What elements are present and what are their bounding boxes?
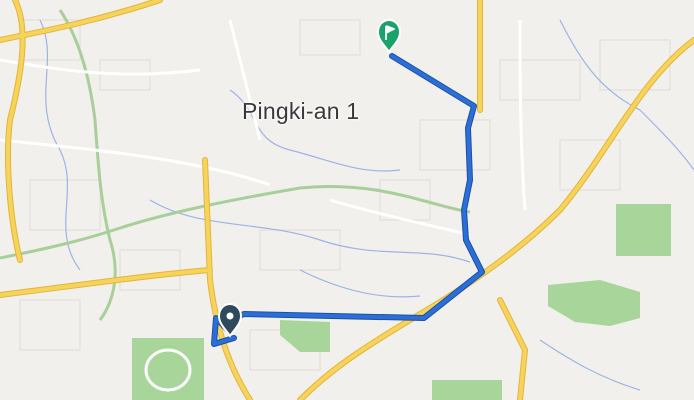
park-south bbox=[432, 380, 502, 400]
map-base-layer bbox=[0, 0, 694, 400]
park-block-east bbox=[616, 204, 671, 256]
map-canvas[interactable]: Pingki-an 1 bbox=[0, 0, 694, 400]
place-label: Pingki-an 1 bbox=[242, 98, 360, 124]
location-pin-dot bbox=[226, 312, 234, 320]
